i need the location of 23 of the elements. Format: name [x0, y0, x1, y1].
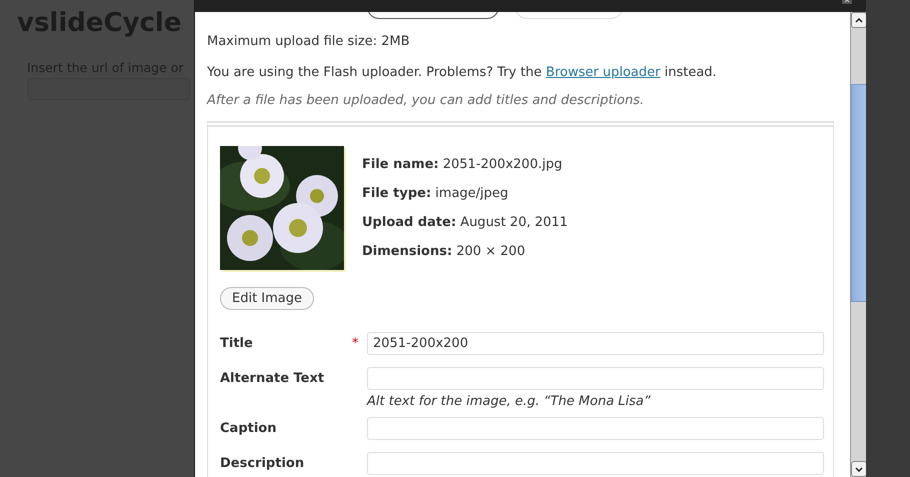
scroll-down-icon[interactable]: [851, 461, 867, 477]
edit-image-button[interactable]: Edit Image: [220, 287, 314, 310]
required-mark: *: [352, 336, 358, 351]
max-size-text: Maximum upload file size: 2MB: [207, 34, 411, 50]
text-field[interactable]: [367, 417, 824, 440]
field-label: Description: [220, 455, 306, 471]
field-label: Caption: [220, 420, 278, 436]
file-detail: File type: image/jpeg: [362, 186, 510, 202]
text-field[interactable]: [367, 367, 824, 390]
field-label: Title: [220, 335, 254, 351]
text-field[interactable]: 2051-200x200: [367, 332, 824, 355]
browser-uploader-link[interactable]: Browser uploader: [546, 65, 660, 80]
field-label: Alternate Text: [220, 370, 326, 386]
scroll-thumb[interactable]: [851, 84, 867, 302]
flash-uploader-text: You are using the Flash uploader. Problems? Try the Browser uploader instead.: [207, 65, 718, 81]
scrollbar[interactable]: [850, 12, 867, 477]
text-field[interactable]: [367, 452, 824, 475]
field-help-text: Alt text for the image, e.g. “The Mona Lisa”: [367, 394, 652, 409]
upload-note: After a file has been uploaded, you can add titles and descriptions.: [207, 93, 646, 109]
file-detail: File name: 2051-200x200.jpg: [362, 157, 564, 173]
scroll-up-icon[interactable]: [851, 12, 867, 28]
file-detail: Upload date: August 20, 2011: [362, 215, 568, 231]
file-detail: Dimensions: 200 × 200: [362, 244, 526, 260]
